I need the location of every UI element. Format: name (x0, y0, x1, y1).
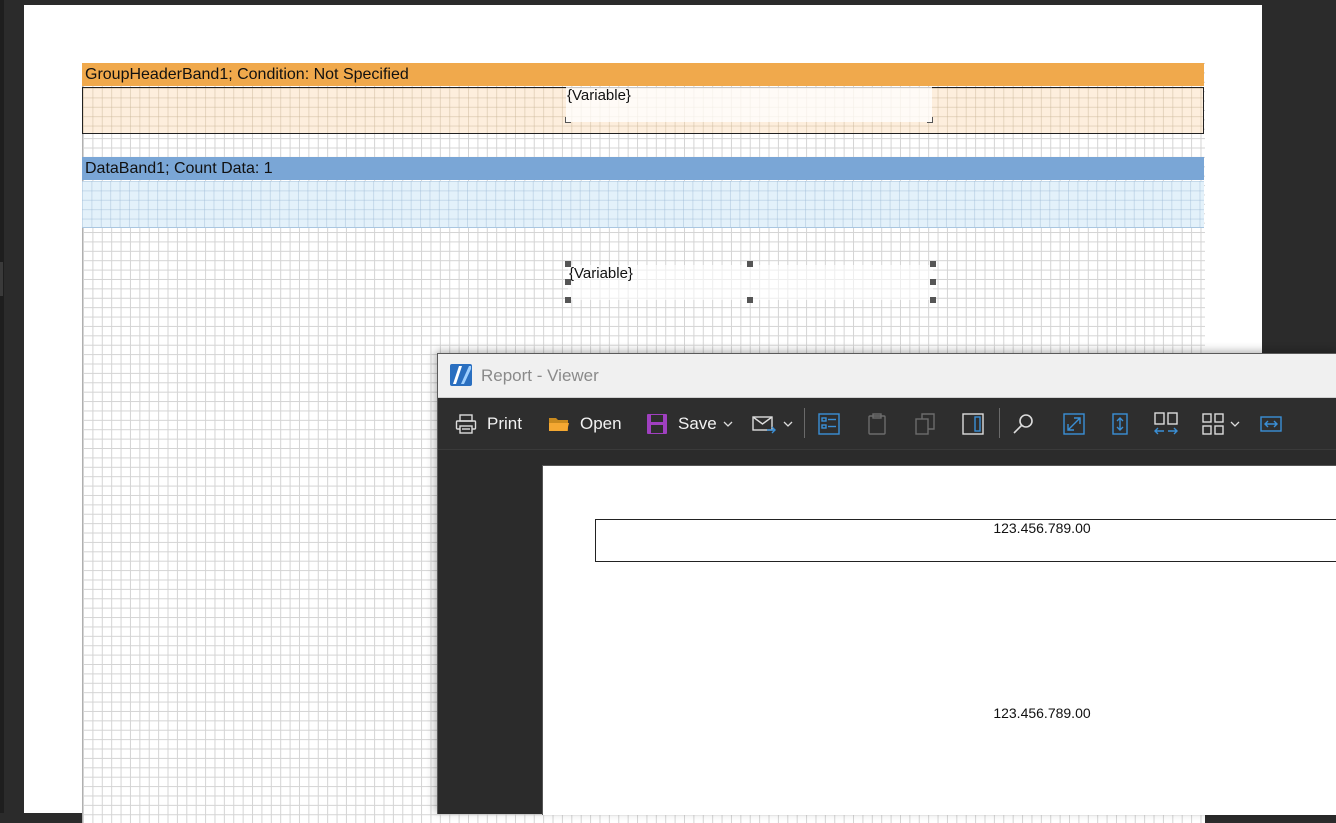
resize-handle-right[interactable] (930, 279, 936, 285)
group-header-variable-textbox[interactable]: {Variable} (565, 87, 933, 123)
view-mode-icon (1202, 412, 1224, 435)
resize-handle-top[interactable] (747, 261, 753, 267)
textbox-corner-marker (927, 117, 933, 123)
chevron-down-icon[interactable] (783, 420, 793, 428)
resize-handle-bottom-left[interactable] (565, 297, 571, 303)
send-email-button[interactable] (751, 398, 793, 449)
chevron-down-icon[interactable] (723, 420, 733, 428)
app-logo-icon (449, 363, 473, 387)
full-screen-icon (1062, 412, 1086, 436)
rendered-value-text: 123.456.789.00 (993, 520, 1091, 536)
rendered-value-text: 123.456.789.00 (993, 705, 1091, 721)
page-width-button[interactable] (1259, 398, 1283, 449)
page-layout-icon (961, 412, 985, 436)
page-height-button[interactable] (1108, 398, 1132, 449)
open-button[interactable]: Open (547, 398, 622, 449)
viewer-titlebar[interactable]: Report - Viewer (438, 354, 1336, 398)
save-label: Save (678, 413, 717, 433)
save-button[interactable]: Save (645, 398, 733, 449)
page-width-icon (1259, 412, 1283, 436)
print-button[interactable]: Print (454, 398, 522, 449)
chevron-down-icon[interactable] (1230, 420, 1240, 428)
group-header-band-caption[interactable]: GroupHeaderBand1; Condition: Not Specifi… (82, 63, 1204, 86)
resize-handle-bottom[interactable] (747, 297, 753, 303)
selected-variable-textbox[interactable]: {Variable} (568, 265, 933, 300)
resize-handle-left[interactable] (565, 279, 571, 285)
resize-handle-top-left[interactable] (565, 261, 571, 267)
page-layout-button[interactable] (961, 398, 985, 449)
textbox-text: {Variable} (569, 265, 633, 282)
rendered-report-page: 123.456.789.00 123.456.789.00 (542, 465, 1336, 815)
copy-icon (913, 412, 937, 436)
print-label: Print (487, 413, 522, 433)
email-send-icon (751, 412, 777, 436)
window-top-edge (0, 0, 1336, 4)
page-height-icon (1108, 412, 1132, 436)
bookmarks-button[interactable] (817, 398, 841, 449)
thumbnails-button (913, 398, 937, 449)
open-folder-icon (547, 412, 571, 436)
parameters-button (865, 398, 889, 449)
toolbar-separator (804, 408, 805, 438)
report-viewer-window[interactable]: Report - Viewer Print Open Save 123.456.… (437, 353, 1336, 815)
find-icon (1011, 412, 1035, 436)
textbox-corner-marker (565, 117, 571, 123)
resize-handle-top-right[interactable] (930, 261, 936, 267)
multiple-pages-button[interactable] (1153, 398, 1179, 449)
print-icon (454, 412, 478, 436)
save-disk-icon (645, 412, 669, 436)
left-panel-splitter[interactable] (0, 262, 3, 296)
open-label: Open (580, 413, 622, 433)
data-band-caption[interactable]: DataBand1; Count Data: 1 (82, 157, 1204, 180)
report-preview-area[interactable]: 123.456.789.00 123.456.789.00 (438, 450, 1336, 815)
multiple-pages-icon (1153, 411, 1179, 437)
toolbar-separator (999, 408, 1000, 438)
left-panel-edge (0, 0, 4, 813)
textbox-text: {Variable} (567, 87, 631, 104)
view-mode-button[interactable] (1202, 398, 1240, 449)
clipboard-icon (865, 412, 889, 436)
full-screen-button[interactable] (1062, 398, 1086, 449)
data-band[interactable] (82, 181, 1204, 228)
window-title: Report - Viewer (481, 366, 599, 385)
bookmarks-icon (817, 412, 841, 436)
find-button[interactable] (1011, 398, 1035, 449)
viewer-toolbar: Print Open Save (438, 398, 1336, 450)
resize-handle-bottom-right[interactable] (930, 297, 936, 303)
